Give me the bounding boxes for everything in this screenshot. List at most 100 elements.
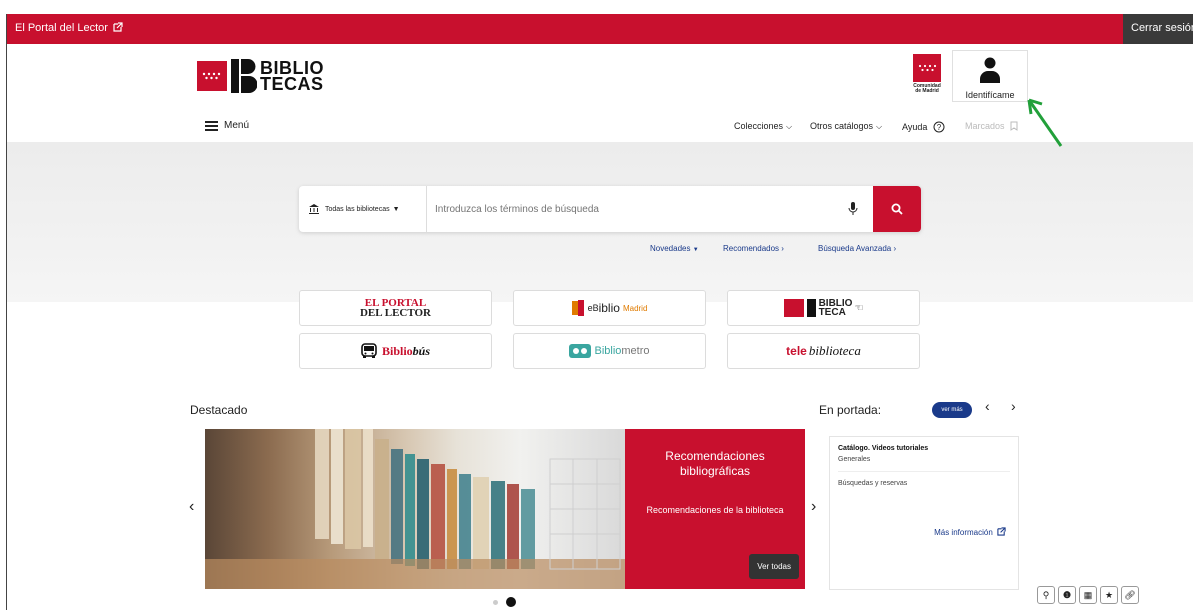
info-icon: ❶ [1062,589,1072,600]
carousel-prev-button[interactable]: ‹ [189,498,194,516]
voice-search-button[interactable] [833,186,873,232]
more-info-label: Más información [934,528,993,537]
annotation-arrow-icon [1027,98,1063,147]
logo-line-2: TECAS [260,74,324,94]
portal-del-lector-link[interactable]: El Portal del Lector [15,22,123,34]
tile-biblioteca[interactable]: BIBLIO TECA ☜ [727,290,920,326]
biblioteca-tile-line-2: TECA [818,307,846,318]
portada-item-2[interactable]: Búsquedas y reservas [838,480,1010,487]
featured-title: Destacado [190,403,248,417]
featured-carousel: Recomendaciones bibliográficas Recomenda… [205,429,805,589]
chevron-right-icon: › [781,244,784,253]
tile-portal-del-lector[interactable]: EL PORTAL DEL LECTOR [299,290,492,326]
bookmark-icon [1010,121,1018,131]
tile-bibliobus[interactable]: Biblio bús [299,333,492,369]
star-icon: ★ [1104,589,1114,600]
carousel-dot-active[interactable] [506,597,516,607]
bibliometro-a: Biblio [594,345,622,357]
bibliometro-b: metro [621,345,650,357]
portada-prev-button[interactable]: ‹ [985,398,990,414]
hand-pointer-icon: ☜ [854,302,864,314]
site-header: BIBLIO TECAS Comunidad de Madrid Identif… [7,44,1193,142]
library-scope-label: Todas las bibliotecas [325,205,390,213]
books-illustration [205,429,625,589]
gallery-tool-button[interactable]: ▦ [1079,586,1097,604]
top-bar: El Portal del Lector Cerrar sesión [7,14,1193,44]
nav-other-catalogs-label: Otros catálogos [810,121,874,131]
madrid-stars-icon [783,299,804,317]
menu-label: Menú [224,120,250,131]
link-tool-button[interactable]: 🔗︎ [1121,586,1139,604]
external-link-icon [113,22,123,32]
identify-button[interactable]: Identifícame [952,50,1028,102]
nav-other-catalogs[interactable]: Otros catálogos ⌵ [810,121,882,132]
comunidad-madrid-logo[interactable]: Comunidad de Madrid [911,54,943,100]
madrid-stars-icon [197,61,227,91]
portada-title: En portada: [819,403,882,417]
logout-button[interactable]: Cerrar sesión [1123,14,1193,44]
more-info-link[interactable]: Más información [934,527,1006,537]
cm-line-2: de Madrid [915,88,939,94]
nav-help-label: Ayuda [902,122,928,132]
see-all-button[interactable]: Ver todas [749,554,799,579]
user-icon [980,57,1000,83]
magnifier-icon: ⚲ [1042,589,1050,600]
external-link-icon [997,527,1006,536]
images-icon: ▦ [1083,589,1093,600]
ebiblio-main: iblio [598,301,620,315]
library-scope-select[interactable]: Todas las bibliotecas ▼ [299,186,427,232]
see-more-button[interactable]: ver más [932,402,972,418]
tile-bibliometro[interactable]: Biblio metro [513,333,706,369]
portada-next-button[interactable]: › [1011,398,1016,414]
logo-text: BIBLIO TECAS [260,59,324,94]
carousel-dot[interactable] [493,599,498,605]
chevron-right-icon: › [893,244,897,253]
ebiblio-madrid: Madrid [622,303,648,313]
ebiblio-book-icon [571,300,584,316]
hamburger-icon [205,120,218,131]
cm-stars-icon [913,54,941,82]
accessibility-toolbar: ⚲ ❶ ▦ ★ 🔗︎ [1037,586,1142,604]
info-tool-button[interactable]: ❶ [1058,586,1076,604]
bibliobus-b: bús [412,343,431,358]
nav-help[interactable]: Ayuda ? [902,121,945,133]
portada-card: Catálogo. Videos tutoriales Generales Bú… [829,436,1019,590]
tele-b: biblioteca [808,343,861,358]
favorite-tool-button[interactable]: ★ [1100,586,1118,604]
help-circle-icon: ? [933,121,945,133]
news-link[interactable]: Novedades ▼ [650,244,699,253]
microphone-icon [848,202,858,215]
menu-button[interactable]: Menú [205,120,249,131]
caret-down-icon: ▼ [392,205,400,213]
nav-bookmarks[interactable]: Marcados [965,121,1018,131]
b-letter-icon [231,59,257,93]
carousel-dots [493,597,524,607]
tele-a: tele [786,344,807,358]
nav-collections[interactable]: Colecciones ⌵ [734,121,792,132]
portada-item-title[interactable]: Catálogo. Videos tutoriales [838,445,1010,452]
bibliometro-book-icon [569,344,592,358]
recommended-label: Recomendados [723,244,780,253]
search-bar: Todas las bibliotecas ▼ [299,186,921,232]
recommended-link[interactable]: Recomendados › [723,244,784,253]
search-button[interactable] [873,186,921,232]
link-icon: 🔗︎ [1124,589,1136,600]
ebiblio-prefix: eB [587,303,599,313]
search-input[interactable] [427,186,833,232]
search-icon [891,203,903,215]
tile-ebiblio-madrid[interactable]: eB iblio Madrid [513,290,706,326]
tile-telebiblioteca[interactable]: tele biblioteca [727,333,920,369]
nav-bookmarks-label: Marcados [965,121,1005,131]
portada-item-tag: Generales [838,456,871,463]
featured-panel: Recomendaciones bibliográficas Recomenda… [625,429,805,589]
news-label: Novedades [650,244,691,253]
svg-text:?: ? [937,123,942,132]
zoom-tool-button[interactable]: ⚲ [1037,586,1055,604]
library-building-icon [309,204,319,214]
chevron-down-icon: ⌵ [876,122,883,131]
carousel-next-button[interactable]: › [811,498,816,516]
bibliotecas-logo[interactable]: BIBLIO TECAS [197,58,324,94]
b-letter-icon [806,299,816,317]
browser-viewport: El Portal del Lector Cerrar sesión BIBLI… [6,14,1193,610]
advanced-search-link[interactable]: Búsqueda Avanzada › [818,244,896,253]
